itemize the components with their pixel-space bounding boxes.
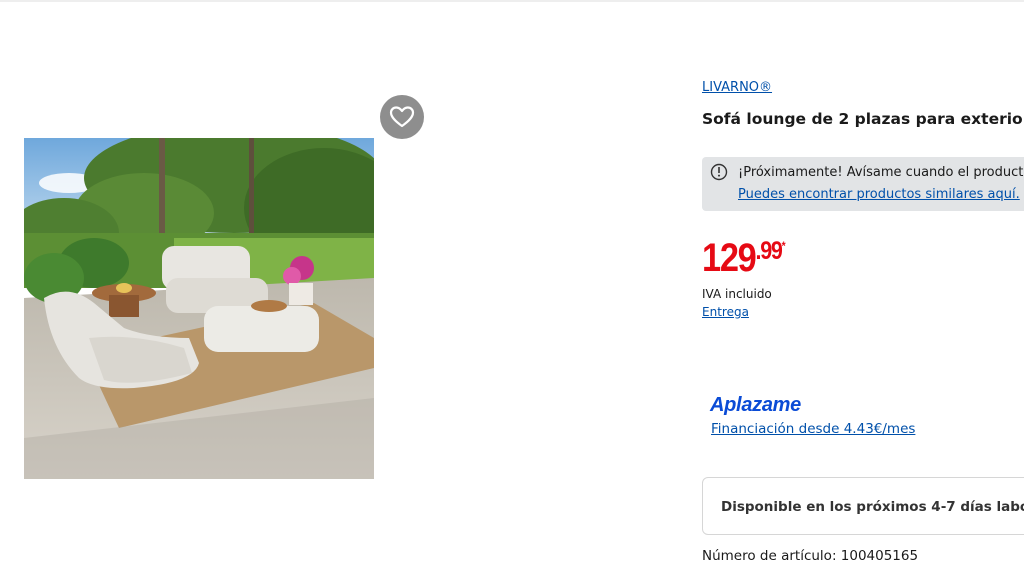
availability-notice-text: ¡Próximamente! Avísame cuando el product…: [738, 165, 1024, 180]
similar-products-link[interactable]: Puedes encontrar productos similares aqu…: [738, 187, 1020, 202]
product-title: Sofá lounge de 2 plazas para exterior: [702, 110, 1024, 128]
price-main: 129: [702, 236, 757, 280]
price-decimal: .99: [755, 237, 783, 265]
info-icon: [710, 163, 728, 181]
delivery-availability-text: Disponible en los próximos 4-7 días labo…: [721, 499, 1024, 515]
vat-included-label: IVA incluido: [702, 287, 772, 301]
availability-notice: ¡Próximamente! Avísame cuando el product…: [702, 157, 1024, 211]
article-number: Número de artículo: 100405165: [702, 548, 919, 564]
product-image[interactable]: [24, 138, 374, 479]
top-divider: [0, 0, 1024, 2]
brand-link[interactable]: LIVARNO®: [702, 80, 772, 95]
wishlist-button[interactable]: [380, 95, 424, 139]
delivery-link[interactable]: Entrega: [702, 305, 749, 319]
aplazame-logo: Aplazame: [710, 394, 801, 416]
delivery-availability-box: Disponible en los próximos 4-7 días labo…: [702, 477, 1024, 535]
product-photo-illustration: [24, 138, 374, 479]
price: 129.99*: [702, 236, 786, 280]
price-footnote-mark: *: [781, 239, 786, 253]
financing-link[interactable]: Financiación desde 4.43€/mes: [711, 421, 915, 437]
heart-icon: [389, 106, 415, 128]
